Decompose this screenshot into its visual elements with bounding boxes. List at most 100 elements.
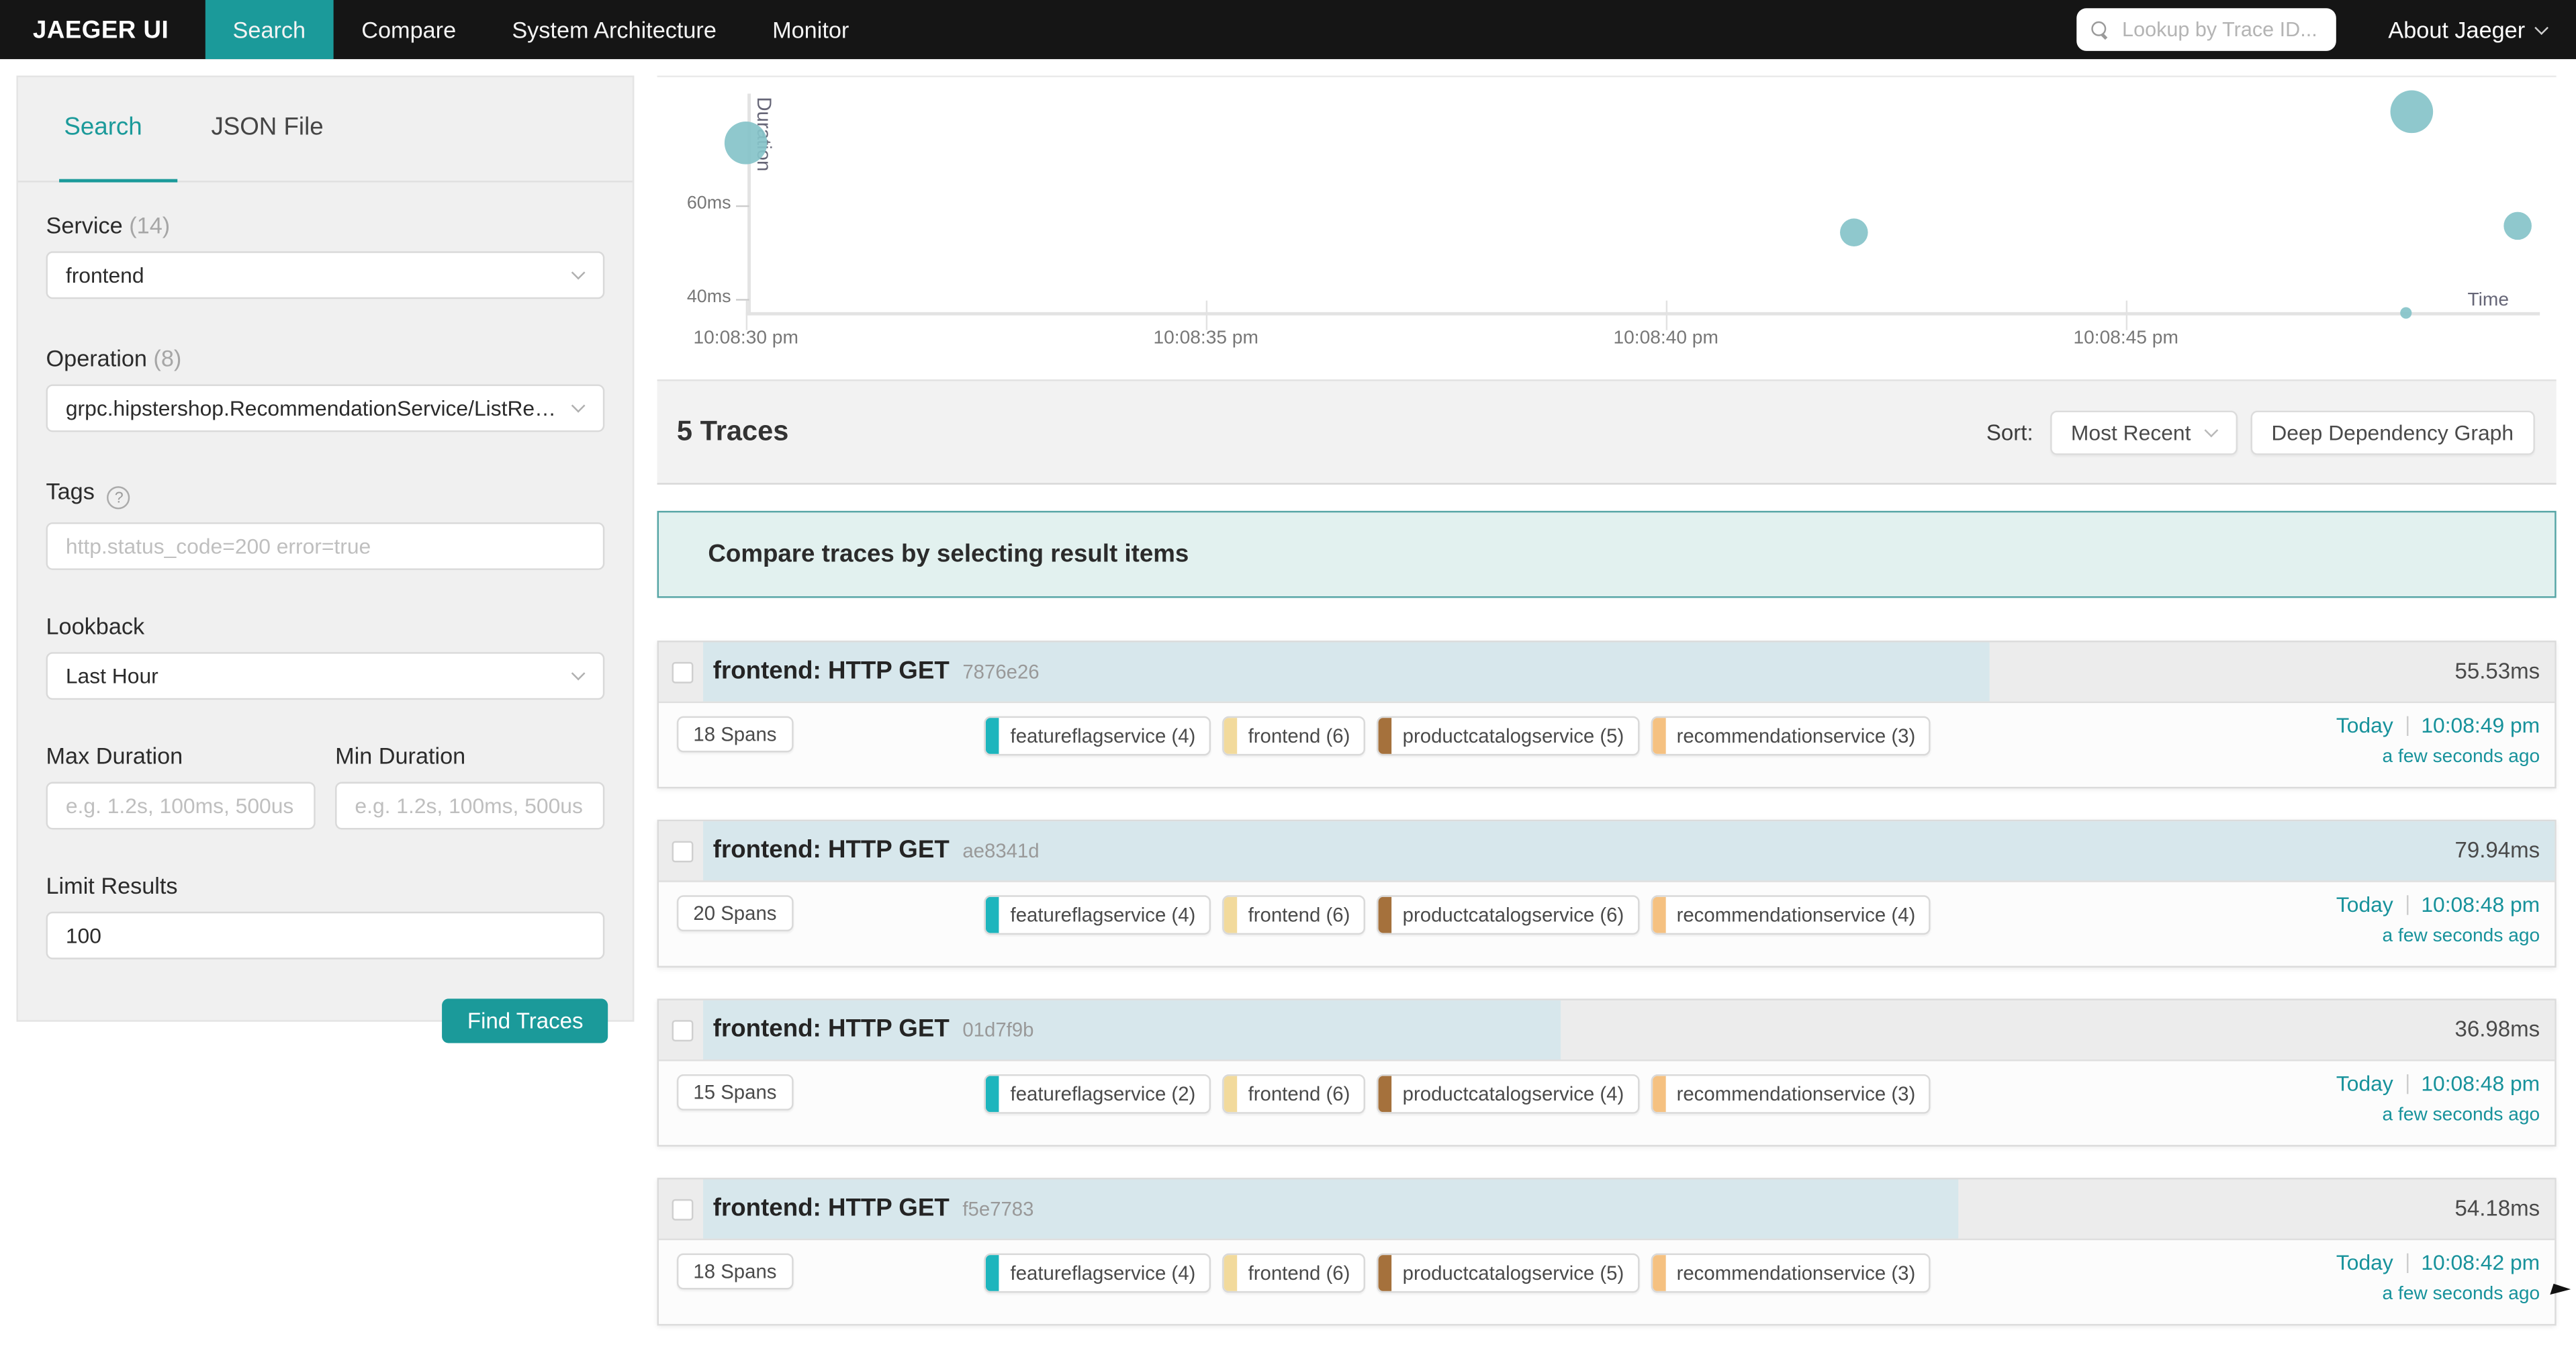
nav-right: About Jaeger	[2076, 0, 2576, 59]
trace-card-header[interactable]: frontend: HTTP GET 01d7f9b 36.98ms	[659, 1000, 2555, 1062]
lookback-select[interactable]: Last Hour	[46, 652, 605, 700]
trace-card: frontend: HTTP GET01d7f9b 36.98ms 15 Spa…	[657, 998, 2557, 1146]
trace-card: frontend: HTTP GETf5e7783 54.18ms 18 Spa…	[657, 1178, 2557, 1325]
trace-scatter-dot[interactable]	[2401, 308, 2412, 319]
trace-timestamp: Today10:08:48 pm a few seconds ago	[2336, 1071, 2540, 1125]
x-tick	[1666, 301, 1667, 330]
nav-item-compare[interactable]: Compare	[334, 0, 484, 59]
chevron-down-icon	[2203, 422, 2217, 436]
operation-group: Operation (8) grpc.hipstershop.Recommend…	[46, 345, 605, 432]
nav-item-monitor[interactable]: Monitor	[745, 0, 877, 59]
compare-banner: Compare traces by selecting result items	[657, 511, 2557, 598]
duration-filters: Max Duration Min Duration	[46, 743, 605, 830]
span-count-chip: 20 Spans	[677, 895, 793, 931]
service-tag-chips: featureflagservice (4) frontend (6) prod…	[984, 895, 1930, 935]
service-tag-chips: featureflagservice (2) frontend (6) prod…	[984, 1074, 1930, 1114]
service-chip: frontend (6)	[1222, 895, 1365, 935]
service-chip: productcatalogservice (5)	[1377, 1254, 1639, 1293]
trace-title: frontend: HTTP GET	[713, 1195, 950, 1223]
search-icon	[2091, 21, 2109, 39]
about-jaeger-menu[interactable]: About Jaeger	[2388, 16, 2546, 42]
min-duration-input[interactable]	[337, 784, 603, 828]
trace-checkbox[interactable]	[672, 841, 694, 863]
duration-scatter-chart: 60ms40ms10:08:30 pm10:08:35 pm10:08:40 p…	[657, 76, 2557, 380]
trace-id: 01d7f9b	[962, 1019, 1033, 1041]
trace-checkbox[interactable]	[672, 1199, 694, 1221]
limit-results-input[interactable]	[48, 913, 603, 957]
find-traces-button[interactable]: Find Traces	[443, 998, 608, 1043]
nav-item-system-architecture[interactable]: System Architecture	[484, 0, 745, 59]
tags-input[interactable]	[48, 524, 603, 568]
service-tag-chips: featureflagservice (4) frontend (6) prod…	[984, 1254, 1930, 1293]
service-chip: productcatalogservice (6)	[1377, 895, 1639, 935]
max-duration-input[interactable]	[48, 784, 314, 828]
chevron-down-icon	[2534, 20, 2548, 34]
trace-day: Today	[2336, 713, 2393, 738]
trace-checkbox[interactable]	[672, 1020, 694, 1041]
trace-duration: 54.18ms	[2455, 1196, 2540, 1221]
trace-card-header[interactable]: frontend: HTTP GET7876e26 55.53ms	[659, 643, 2555, 704]
trace-time: 10:08:48 pm	[2421, 1071, 2540, 1096]
trace-checkbox[interactable]	[672, 662, 694, 684]
trace-timestamp: Today10:08:48 pm a few seconds ago	[2336, 892, 2540, 946]
trace-timestamp: Today10:08:42 pm a few seconds ago	[2336, 1250, 2540, 1305]
trace-scatter-dot[interactable]	[725, 122, 768, 165]
trace-count: 5 Traces	[677, 416, 789, 449]
trace-result-list: frontend: HTTP GET7876e26 55.53ms 18 Spa…	[657, 641, 2557, 1325]
sort-select[interactable]: Most Recent	[2050, 410, 2237, 454]
tab-search[interactable]: Search	[64, 113, 142, 181]
trace-id-lookup[interactable]	[2076, 8, 2336, 51]
service-tag-chips: featureflagservice (4) frontend (6) prod…	[984, 716, 1930, 756]
trace-title: frontend: HTTP GET	[713, 1015, 950, 1043]
service-chip: frontend (6)	[1222, 716, 1365, 756]
tab-json-file[interactable]: JSON File	[211, 113, 323, 181]
trace-card: frontend: HTTP GETae8341d 79.94ms 20 Spa…	[657, 820, 2557, 968]
service-chip: recommendationservice (3)	[1650, 716, 1930, 756]
trace-day: Today	[2336, 1250, 2393, 1275]
search-panel: Search JSON File Service (14) frontend O…	[16, 76, 634, 1022]
limit-results-label: Limit Results	[46, 872, 605, 898]
trace-scatter-dot[interactable]	[2503, 212, 2531, 240]
deep-dependency-graph-button[interactable]: Deep Dependency Graph	[2250, 410, 2535, 454]
y-tick-label: 40ms	[687, 287, 731, 307]
trace-relative-time: a few seconds ago	[2336, 747, 2540, 767]
service-group: Service (14) frontend	[46, 212, 605, 299]
tags-label: Tags	[46, 478, 95, 504]
trace-id-input[interactable]	[2119, 16, 2321, 42]
lookback-label: Lookback	[46, 613, 605, 639]
service-chip: recommendationservice (3)	[1650, 1074, 1930, 1114]
service-chip: frontend (6)	[1222, 1254, 1365, 1293]
nav-item-search[interactable]: Search	[205, 0, 334, 59]
trace-scatter-dot[interactable]	[2390, 91, 2433, 134]
operation-count: (8)	[153, 345, 181, 371]
trace-time: 10:08:42 pm	[2421, 1250, 2540, 1275]
max-duration-label: Max Duration	[46, 743, 316, 769]
chevron-down-icon	[571, 399, 586, 413]
tags-input-wrap	[46, 522, 605, 570]
tags-group: Tags ?	[46, 478, 605, 570]
min-duration-label: Min Duration	[335, 743, 604, 769]
x-tick	[1206, 301, 1207, 330]
chevron-down-icon	[571, 266, 586, 280]
trace-relative-time: a few seconds ago	[2336, 927, 2540, 946]
trace-scatter-dot[interactable]	[1841, 219, 1869, 247]
x-tick	[746, 301, 747, 330]
trace-card-header[interactable]: frontend: HTTP GETae8341d 79.94ms	[659, 821, 2555, 882]
operation-select[interactable]: grpc.hipstershop.RecommendationService/L…	[46, 384, 605, 432]
help-icon: ?	[107, 486, 130, 509]
app-title: JAEGER UI	[0, 0, 205, 59]
trace-duration: 36.98ms	[2455, 1017, 2540, 1041]
operation-label: Operation	[46, 345, 147, 371]
trace-title: frontend: HTTP GET	[713, 657, 950, 686]
trace-card: frontend: HTTP GET7876e26 55.53ms 18 Spa…	[657, 641, 2557, 788]
service-chip: featureflagservice (4)	[984, 895, 1210, 935]
trace-card-header[interactable]: frontend: HTTP GETf5e7783 54.18ms	[659, 1180, 2555, 1241]
y-tick	[736, 205, 749, 207]
service-chip: recommendationservice (4)	[1650, 895, 1930, 935]
results-area: 60ms40ms10:08:30 pm10:08:35 pm10:08:40 p…	[657, 76, 2557, 1357]
service-select[interactable]: frontend	[46, 251, 605, 299]
y-tick-label: 60ms	[687, 194, 731, 214]
time-axis-label: Time	[2468, 291, 2510, 310]
x-tick-label: 10:08:30 pm	[663, 328, 828, 348]
jaeger-ui-window: JAEGER UI Search Compare System Architec…	[0, 0, 2576, 1307]
